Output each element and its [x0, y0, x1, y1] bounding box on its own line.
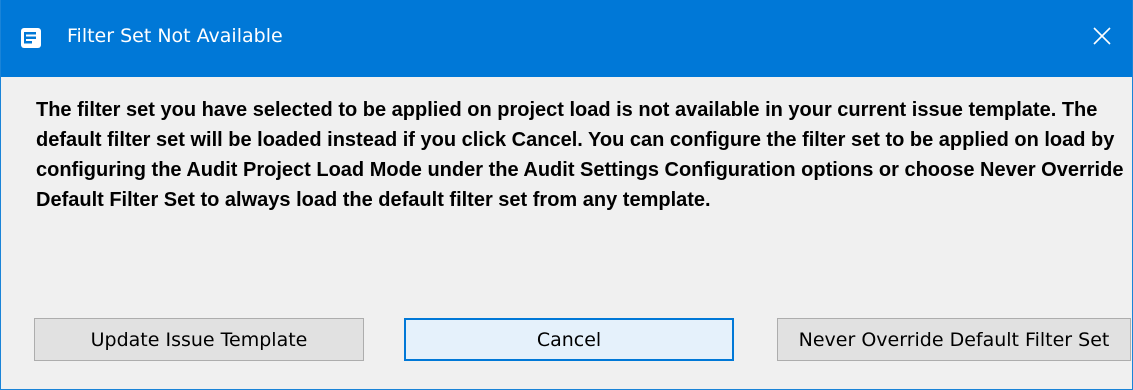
update-issue-template-button[interactable]: Update Issue Template — [34, 318, 364, 361]
app-window-icon — [21, 28, 41, 48]
cancel-button[interactable]: Cancel — [404, 318, 734, 361]
close-button[interactable] — [1072, 0, 1132, 77]
dialog-title: Filter Set Not Available — [67, 25, 283, 47]
dialog-message: The filter set you have selected to be a… — [36, 99, 1124, 211]
never-override-default-filter-set-button[interactable]: Never Override Default Filter Set — [777, 318, 1131, 361]
title-bar[interactable]: Filter Set Not Available — [1, 0, 1132, 77]
dialog-window: Filter Set Not Available The filter set … — [0, 0, 1133, 390]
close-icon — [1093, 27, 1111, 50]
